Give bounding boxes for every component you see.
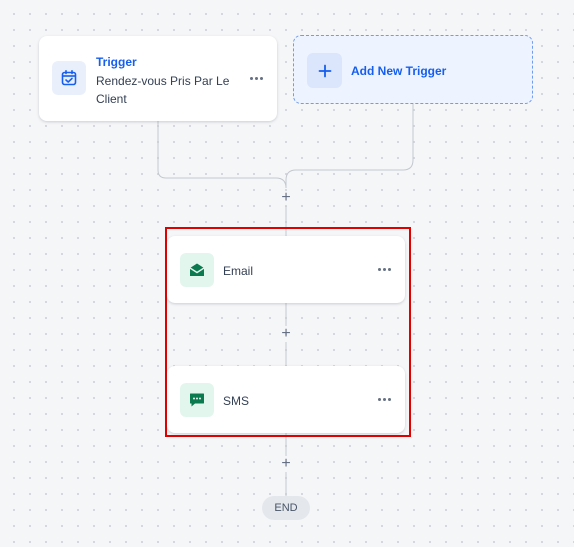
add-step-button[interactable]: + (279, 456, 293, 472)
add-new-trigger-label: Add New Trigger (351, 64, 447, 78)
sms-action-label: SMS (223, 394, 250, 408)
add-trigger-connector (285, 104, 414, 188)
envelope-open-icon (180, 253, 214, 287)
trigger-connector (157, 121, 287, 189)
add-step-button[interactable]: + (279, 190, 293, 206)
workflow-canvas[interactable]: Trigger Rendez-vous Pris Par Le Client A… (0, 0, 574, 547)
sms-action-card[interactable]: SMS (167, 366, 405, 433)
chat-message-icon (180, 383, 214, 417)
email-action-card[interactable]: Email (167, 236, 405, 303)
add-new-trigger-button[interactable]: Add New Trigger (293, 35, 533, 104)
calendar-check-icon (52, 61, 86, 95)
trigger-title: Trigger (96, 55, 137, 69)
sms-more-options-icon[interactable] (378, 398, 391, 401)
email-action-label: Email (223, 264, 254, 278)
trigger-card[interactable]: Trigger Rendez-vous Pris Par Le Client (39, 36, 277, 121)
trigger-more-options-icon[interactable] (250, 77, 263, 80)
plus-icon (307, 53, 342, 88)
add-step-button[interactable]: + (279, 326, 293, 342)
trigger-subtitle: Rendez-vous Pris Par Le Client (96, 74, 230, 106)
email-more-options-icon[interactable] (378, 268, 391, 271)
end-node: END (262, 496, 310, 520)
